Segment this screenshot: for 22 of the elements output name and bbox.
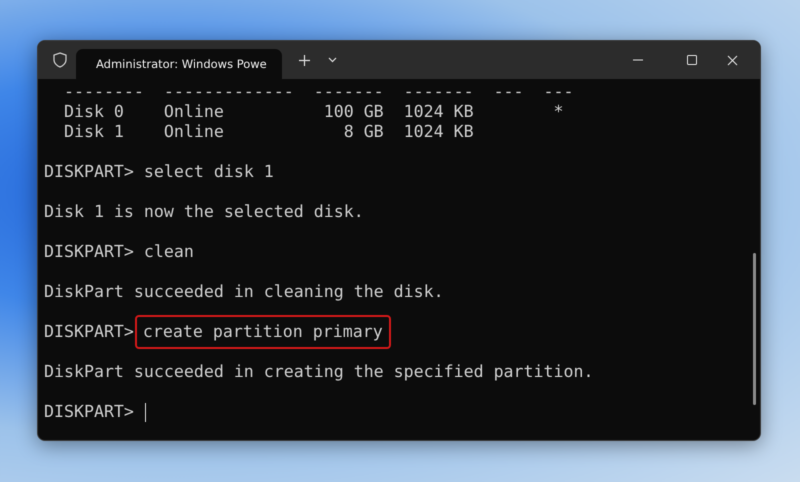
terminal-output: Disk 1 Online 8 GB 1024 KB bbox=[62, 122, 474, 142]
tab-title: Administrator: Windows Powe bbox=[96, 57, 267, 71]
terminal-command: select disk 1 bbox=[144, 162, 274, 182]
terminal-output: Disk 1 is now the selected disk. bbox=[44, 202, 364, 222]
minimize-icon[interactable] bbox=[633, 59, 643, 61]
close-icon[interactable] bbox=[726, 54, 738, 66]
chevron-down-icon[interactable] bbox=[328, 57, 336, 63]
terminal-output: -------- ------------- ------- ------- --- --- bbox=[62, 82, 574, 102]
scrollbar[interactable] bbox=[753, 253, 756, 405]
terminal-command: clean bbox=[144, 242, 194, 262]
terminal-prompt: DISKPART> bbox=[44, 162, 134, 182]
terminal-output: DiskPart succeeded in cleaning the disk. bbox=[44, 282, 444, 302]
terminal-prompt: DISKPART> bbox=[44, 402, 134, 422]
terminal-output: DiskPart succeeded in creating the specified partition. bbox=[44, 362, 594, 382]
plus-icon[interactable] bbox=[298, 54, 310, 66]
shield-icon[interactable] bbox=[53, 52, 67, 68]
terminal-tab[interactable]: Administrator: Windows Powe bbox=[76, 49, 282, 79]
maximize-icon[interactable] bbox=[687, 55, 697, 65]
terminal-prompt: DISKPART> bbox=[44, 242, 134, 262]
terminal-output: Disk 0 Online 100 GB 1024 KB * bbox=[62, 102, 564, 122]
highlighted-command: create partition primary bbox=[136, 317, 389, 347]
terminal-prompt: DISKPART> bbox=[44, 322, 134, 342]
